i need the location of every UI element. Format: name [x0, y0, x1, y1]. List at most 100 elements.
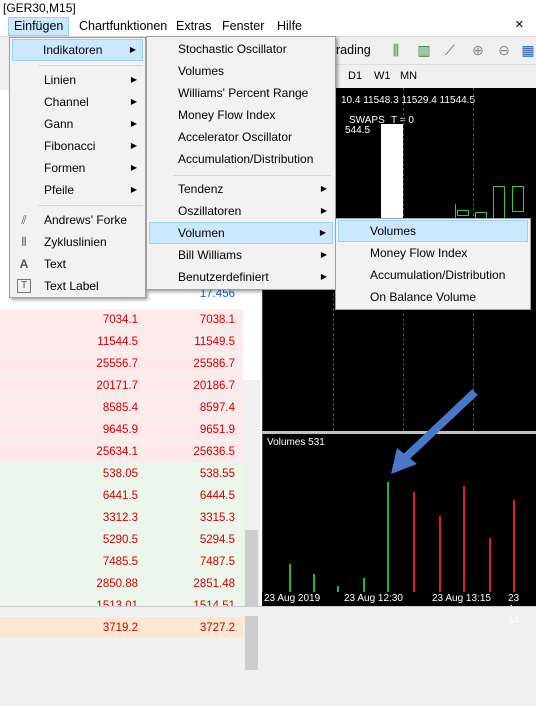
grid-icon[interactable]: ▦: [518, 40, 536, 60]
table-row[interactable]: 3719.2 3727.2: [0, 617, 243, 639]
bid-cell: 538.05: [102, 468, 138, 480]
bid-cell: 5290.5: [102, 534, 138, 546]
menu-fenster[interactable]: Fenster: [217, 17, 269, 36]
menu-item-linien[interactable]: Linien ▶: [12, 69, 143, 91]
bar-chart-icon[interactable]: ⫼: [386, 40, 406, 60]
bid-cell: 25556.7: [96, 358, 138, 370]
bid-cell: 3312.3: [102, 512, 138, 524]
menu-einfuegen[interactable]: Einfügen: [8, 17, 70, 36]
chart-ohlc: 10.4 11548.3 11529.4 11544.5: [341, 95, 476, 106]
volumes-chart[interactable]: Volumes 531: [262, 389, 536, 592]
candlestick-icon[interactable]: ▥: [414, 40, 434, 60]
ask-cell: 3315.3: [199, 512, 235, 524]
menu-extras[interactable]: Extras: [171, 17, 216, 36]
table-row[interactable]: 3312.3 3315.3: [0, 507, 243, 529]
menu-item-indikatoren[interactable]: Indikatoren ▶: [12, 39, 143, 61]
timeframe-mn[interactable]: MN: [400, 70, 417, 82]
menu-item-channel[interactable]: Channel ▶: [12, 91, 143, 113]
time-label: 23 Aug 13:15: [432, 593, 491, 604]
bid-cell: 7034.1: [102, 314, 138, 326]
close-icon[interactable]: ✕: [515, 18, 524, 31]
ask-cell: 5294.5: [199, 534, 235, 546]
bid-cell: 25634.1: [96, 446, 138, 458]
zoom-in-icon[interactable]: ⊕: [468, 40, 488, 60]
volume-bar: [463, 486, 465, 592]
volume-bar: [489, 538, 491, 592]
table-row[interactable]: 8585.4 8597.4: [0, 397, 243, 419]
timeframe-d1[interactable]: D1: [348, 70, 362, 82]
menu-item-text-label[interactable]: T Text Label: [12, 275, 143, 297]
bid-cell: 9645.9: [102, 424, 138, 436]
table-row[interactable]: 25634.1 25636.5: [0, 441, 243, 463]
menu-item-andrews-forke[interactable]: ⫽ Andrews' Forke: [12, 209, 143, 231]
menu-item-tendenz[interactable]: Tendenz ▶: [149, 178, 333, 200]
ask-cell: 9651.9: [199, 424, 235, 436]
menu-chartfunktionen[interactable]: Chartfunktionen: [74, 17, 172, 36]
candle-wick: [455, 204, 456, 218]
volume-bar: [313, 574, 315, 592]
table-row[interactable]: 2850.88 2851.48: [0, 573, 243, 595]
menu-item-oszillatoren[interactable]: Oszillatoren ▶: [149, 200, 333, 222]
menu-item-money-flow-index[interactable]: Money Flow Index: [149, 104, 333, 126]
ask-cell: 20186.7: [193, 380, 235, 392]
zoom-out-icon[interactable]: ⊖: [494, 40, 514, 60]
timeframe-w1[interactable]: W1: [374, 70, 391, 82]
candle-body: [381, 124, 403, 232]
table-row[interactable]: 538.05 538.55: [0, 463, 243, 485]
menu-item-money-flow-index-indicator[interactable]: Money Flow Index: [338, 242, 528, 264]
menu-item-williams-percent-range[interactable]: Williams' Percent Range: [149, 82, 333, 104]
bid-cell: 7485.5: [102, 556, 138, 568]
menu-hilfe[interactable]: Hilfe: [272, 17, 307, 36]
menu-item-fibonacci[interactable]: Fibonacci ▶: [12, 135, 143, 157]
algo-trading-button[interactable]: rading: [336, 43, 371, 57]
table-row[interactable]: 9645.9 9651.9: [0, 419, 243, 441]
table-row[interactable]: 7034.1 7038.1: [0, 309, 243, 331]
candle-body: [493, 186, 505, 222]
menu-item-zykluslinien[interactable]: ⦀ Zykluslinien: [12, 231, 143, 253]
bid-cell: 6441.5: [102, 490, 138, 502]
menu-item-benutzerdefiniert[interactable]: Benutzerdefiniert ▶: [149, 266, 333, 288]
table-row[interactable]: 5290.5 5294.5: [0, 529, 243, 551]
menu-item-accumulation-distribution[interactable]: Accumulation/Distribution: [149, 148, 333, 170]
menu-item-on-balance-volume[interactable]: On Balance Volume: [338, 286, 528, 308]
menu-item-formen[interactable]: Formen ▶: [12, 157, 143, 179]
table-row[interactable]: 6441.5 6444.5: [0, 485, 243, 507]
menu-item-gann[interactable]: Gann ▶: [12, 113, 143, 135]
menu-bar: Einfügen Chartfunktionen Extras Fenster …: [0, 16, 536, 37]
volume-submenu: Volumes Money Flow Index Accumulation/Di…: [335, 218, 531, 310]
table-row[interactable]: 20171.7 20186.7: [0, 375, 243, 397]
menu-item-text[interactable]: A Text: [12, 253, 143, 275]
line-chart-icon[interactable]: ⟋: [440, 40, 460, 60]
menu-item-volumes-indicator[interactable]: Volumes: [338, 220, 528, 242]
ask-cell: 25636.5: [193, 446, 235, 458]
volume-bar: [387, 482, 389, 592]
text-label-icon: T: [17, 279, 31, 293]
indicators-submenu: Stochastic Oscillator Volumes Williams' …: [146, 36, 336, 290]
scrollbar-thumb[interactable]: [245, 530, 258, 670]
menu-separator: [38, 65, 143, 66]
ask-cell: 25586.7: [193, 358, 235, 370]
window-title: [GER30,M15]: [0, 0, 536, 16]
volume-bar: [413, 492, 415, 592]
menu-item-stochastic-oscillator[interactable]: Stochastic Oscillator: [149, 38, 333, 60]
table-row[interactable]: 25556.7 25586.7: [0, 353, 243, 375]
menu-item-accelerator-oscillator[interactable]: Accelerator Oscillator: [149, 126, 333, 148]
menu-item-bill-williams[interactable]: Bill Williams ▶: [149, 244, 333, 266]
menu-separator: [38, 205, 143, 206]
scrollbar[interactable]: [243, 380, 260, 706]
volume-bar: [363, 578, 365, 592]
table-row[interactable]: 7485.5 7487.5: [0, 551, 243, 573]
ask-cell: 11549.5: [194, 336, 235, 348]
bid-cell: 3719.2: [102, 622, 138, 634]
menu-item-volumes[interactable]: Volumes: [149, 60, 333, 82]
menu-item-accumulation-distribution-indicator[interactable]: Accumulation/Distribution: [338, 264, 528, 286]
candle-body: [512, 186, 524, 212]
time-label: 23 Aug 2019: [264, 593, 321, 604]
ask-cell: 7038.1: [199, 314, 235, 326]
status-bar: [0, 606, 536, 616]
table-row[interactable]: 11544.5 11549.5: [0, 331, 243, 353]
menu-item-volumen[interactable]: Volumen ▶: [149, 222, 333, 244]
bid-cell: 2850.88: [96, 578, 138, 590]
menu-item-pfeile[interactable]: Pfeile ▶: [12, 179, 143, 201]
bid-cell: 8585.4: [102, 402, 138, 414]
